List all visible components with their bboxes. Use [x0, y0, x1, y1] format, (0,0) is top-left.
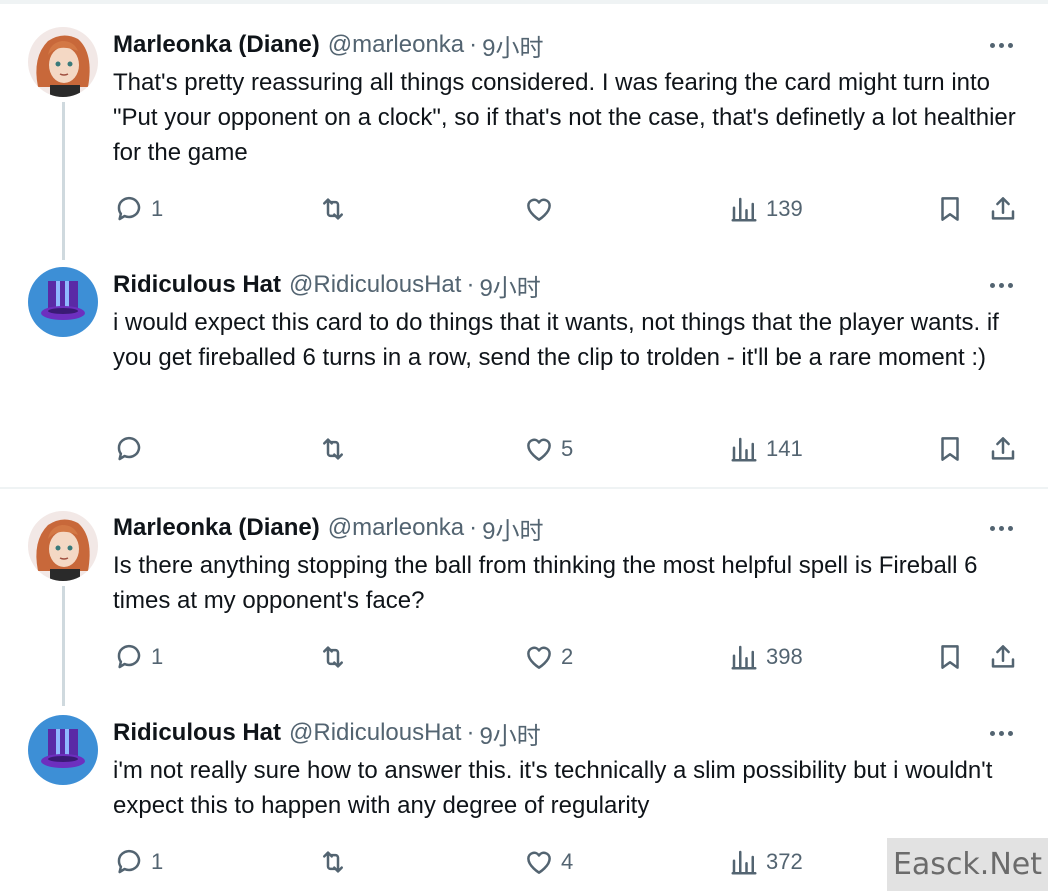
repost-icon: [318, 847, 348, 877]
reply-icon: [114, 642, 144, 672]
like-count: 5: [561, 436, 574, 461]
share-icon: [988, 642, 1018, 672]
like-icon: [524, 434, 554, 464]
bookmark-button[interactable]: [935, 189, 965, 229]
bookmark-icon: [935, 194, 965, 224]
author-handle[interactable]: @marleonka: [328, 31, 464, 59]
repost-button[interactable]: [318, 842, 355, 882]
bookmark-icon: [935, 434, 965, 464]
reply-icon: [114, 434, 144, 464]
reply-icon: [114, 847, 144, 877]
like-icon: [524, 847, 554, 877]
tweet-text: Is there anything stopping the ball from…: [113, 552, 978, 614]
views-icon: [729, 194, 759, 224]
reply-count: 1: [151, 196, 164, 221]
tweet-header: Marleonka (Diane) @marleonka · 9小时: [113, 28, 544, 63]
author-handle[interactable]: @RidiculousHat: [289, 719, 461, 747]
reply-button[interactable]: 1: [114, 842, 163, 882]
tweet-header: Marleonka (Diane) @marleonka · 9小时: [113, 511, 544, 546]
separator: ·: [469, 31, 478, 58]
conversation-divider: [0, 487, 1048, 489]
reply-button[interactable]: [114, 429, 151, 469]
repost-icon: [318, 434, 348, 464]
views-icon: [729, 847, 759, 877]
more-icon[interactable]: [984, 718, 1018, 748]
timestamp[interactable]: 9小时: [479, 268, 540, 303]
avatar[interactable]: [28, 27, 98, 97]
author-handle[interactable]: @RidiculousHat: [289, 271, 461, 299]
repost-icon: [318, 194, 348, 224]
reply-button[interactable]: 1: [114, 189, 163, 229]
avatar[interactable]: [28, 715, 98, 785]
like-count: 2: [561, 644, 574, 669]
view-count: 139: [766, 196, 803, 221]
separator: ·: [466, 719, 475, 746]
avatar[interactable]: [28, 511, 98, 581]
separator: ·: [466, 271, 475, 298]
action-bar: 1 2 398: [0, 637, 1048, 677]
views-button[interactable]: 372: [729, 842, 803, 882]
like-button[interactable]: 5: [524, 429, 573, 469]
like-button[interactable]: [524, 189, 561, 229]
timestamp[interactable]: 9小时: [482, 28, 543, 63]
separator: ·: [469, 514, 478, 541]
views-icon: [729, 642, 759, 672]
tweet-text: i'm not really sure how to answer this. …: [113, 757, 993, 819]
reply-icon: [114, 194, 144, 224]
share-icon: [988, 434, 1018, 464]
action-bar: 5 141: [0, 429, 1048, 469]
more-icon[interactable]: [984, 30, 1018, 60]
repost-button[interactable]: [318, 429, 355, 469]
tweet-header: Ridiculous Hat @RidiculousHat · 9小时: [113, 716, 541, 751]
view-count: 398: [766, 644, 803, 669]
share-icon: [988, 194, 1018, 224]
like-button[interactable]: 4: [524, 842, 573, 882]
repost-icon: [318, 642, 348, 672]
like-icon: [524, 642, 554, 672]
views-button[interactable]: 398: [729, 637, 803, 677]
tweet-text: i would expect this card to do things th…: [113, 309, 999, 371]
timestamp[interactable]: 9小时: [479, 716, 540, 751]
action-bar: 1 139: [0, 189, 1048, 229]
tweet-text: That's pretty reassuring all things cons…: [113, 69, 1016, 166]
bookmark-icon: [935, 642, 965, 672]
views-button[interactable]: 139: [729, 189, 803, 229]
like-icon: [524, 194, 554, 224]
like-count: 4: [561, 849, 574, 874]
author-name[interactable]: Ridiculous Hat: [113, 719, 281, 747]
top-divider: [0, 0, 1048, 4]
reply-button[interactable]: 1: [114, 637, 163, 677]
repost-button[interactable]: [318, 637, 355, 677]
more-icon[interactable]: [984, 270, 1018, 300]
thread-line: [62, 102, 65, 260]
view-count: 141: [766, 436, 803, 461]
timestamp[interactable]: 9小时: [482, 511, 543, 546]
bookmark-button[interactable]: [935, 637, 965, 677]
share-button[interactable]: [988, 189, 1018, 229]
view-count: 372: [766, 849, 803, 874]
more-icon[interactable]: [984, 513, 1018, 543]
author-name[interactable]: Ridiculous Hat: [113, 271, 281, 299]
views-icon: [729, 434, 759, 464]
reply-count: 1: [151, 644, 164, 669]
like-button[interactable]: 2: [524, 637, 573, 677]
tweet-header: Ridiculous Hat @RidiculousHat · 9小时: [113, 268, 541, 303]
author-name[interactable]: Marleonka (Diane): [113, 514, 320, 542]
avatar[interactable]: [28, 267, 98, 337]
watermark: Easck.Net: [887, 838, 1048, 891]
repost-button[interactable]: [318, 189, 355, 229]
share-button[interactable]: [988, 637, 1018, 677]
views-button[interactable]: 141: [729, 429, 803, 469]
bookmark-button[interactable]: [935, 429, 965, 469]
reply-count: 1: [151, 849, 164, 874]
author-name[interactable]: Marleonka (Diane): [113, 31, 320, 59]
share-button[interactable]: [988, 429, 1018, 469]
author-handle[interactable]: @marleonka: [328, 514, 464, 542]
